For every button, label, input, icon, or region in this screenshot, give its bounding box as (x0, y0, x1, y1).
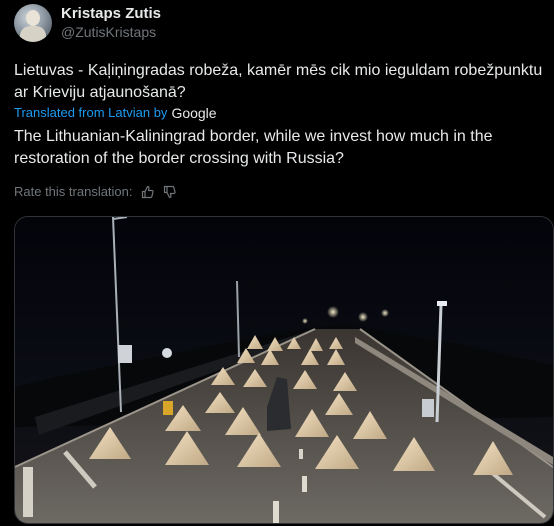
translation-provider: Google (171, 105, 217, 121)
author-display-name[interactable]: Kristaps Zutis (61, 4, 161, 23)
thumbs-up-icon[interactable] (141, 185, 155, 199)
original-post-text: Lietuvas - Kaļiņingradas robeža, kamēr m… (14, 62, 543, 101)
rate-translation-row: Rate this translation: (14, 184, 177, 199)
rate-translation-label: Rate this translation: (14, 184, 133, 199)
tweet: Kristaps Zutis @ZutisKristaps Lietuvas -… (0, 0, 554, 526)
thumbs-down-icon[interactable] (163, 185, 177, 199)
translated-post-text: The Lithuanian-Kaliningrad border, while… (14, 128, 493, 167)
border-road-photo (15, 217, 553, 523)
post-photo[interactable] (14, 216, 554, 524)
tweet-header: Kristaps Zutis @ZutisKristaps (14, 4, 161, 42)
translation-attribution[interactable]: Translated from Latvian by Google (14, 104, 217, 122)
avatar[interactable] (14, 4, 52, 42)
author-handle[interactable]: @ZutisKristaps (61, 23, 161, 42)
translated-by-label[interactable]: Translated from Latvian by (14, 104, 167, 122)
author-names: Kristaps Zutis @ZutisKristaps (61, 4, 161, 42)
